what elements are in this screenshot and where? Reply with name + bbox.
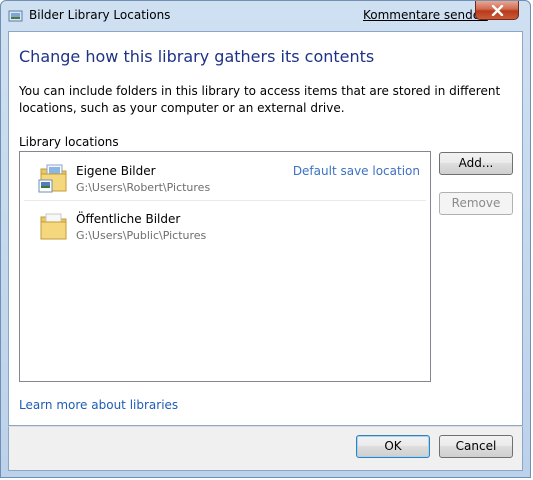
cancel-button[interactable]: Cancel <box>439 435 513 458</box>
location-path: G:\Users\Public\Pictures <box>76 229 207 242</box>
library-locations-window: Bilder Library Locations Kommentare send… <box>0 0 531 478</box>
folder-icon <box>38 210 70 242</box>
location-name: Öffentliche Bilder <box>76 212 181 226</box>
add-button[interactable]: Add... <box>439 152 513 175</box>
learn-more-link[interactable]: Learn more about libraries <box>19 398 178 412</box>
title-bar[interactable]: Bilder Library Locations Kommentare send… <box>1 1 530 31</box>
library-locations-list[interactable]: Eigene Bilder G:\Users\Robert\Pictures D… <box>19 151 431 382</box>
ok-button[interactable]: OK <box>356 435 430 458</box>
dialog-heading: Change how this library gathers its cont… <box>19 47 375 66</box>
dialog-footer: OK Cancel <box>8 426 523 471</box>
location-path: G:\Users\Robert\Pictures <box>76 181 211 194</box>
close-icon <box>491 5 504 16</box>
list-item-eigene-bilder[interactable]: Eigene Bilder G:\Users\Robert\Pictures D… <box>24 154 426 201</box>
feedback-link[interactable]: Kommentare senden <box>363 8 488 22</box>
dialog-description: You can include folders in this library … <box>19 84 501 115</box>
dialog-content: Change how this library gathers its cont… <box>8 31 523 426</box>
list-item-oeffentliche-bilder[interactable]: Öffentliche Bilder G:\Users\Public\Pictu… <box>24 202 426 249</box>
default-save-location-badge: Default save location <box>292 164 420 178</box>
location-name: Eigene Bilder <box>76 164 156 178</box>
library-icon <box>8 8 24 22</box>
window-title: Bilder Library Locations <box>29 8 171 22</box>
remove-button[interactable]: Remove <box>439 192 513 215</box>
library-locations-label: Library locations <box>19 135 119 149</box>
pictures-folder-icon <box>38 162 70 194</box>
close-button[interactable] <box>475 1 519 20</box>
